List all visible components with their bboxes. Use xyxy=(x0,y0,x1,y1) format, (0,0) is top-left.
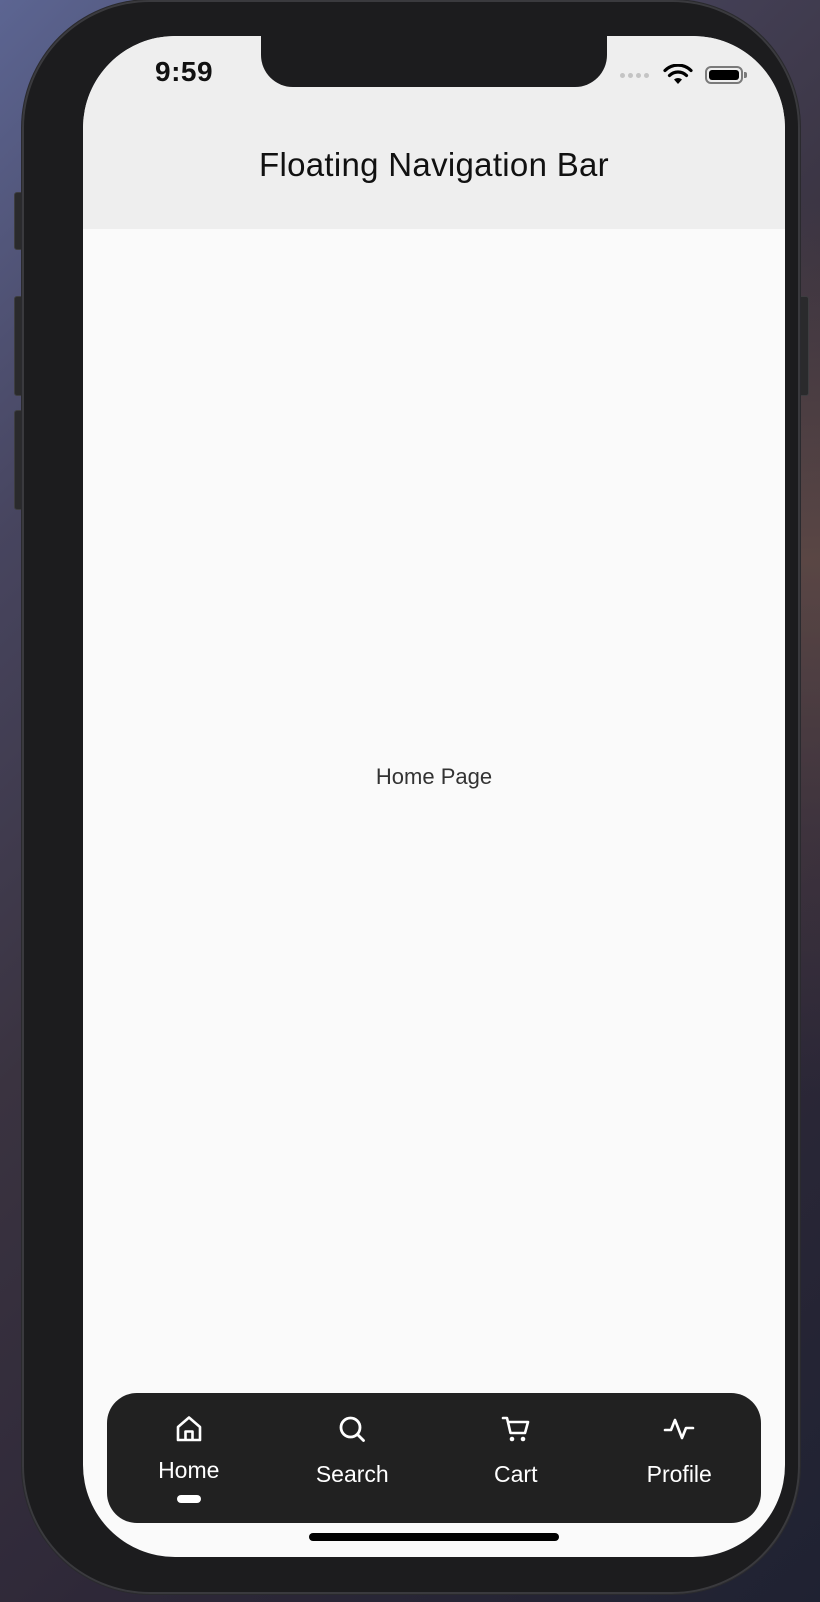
status-time: 9:59 xyxy=(155,56,214,87)
page-title: Floating Navigation Bar xyxy=(259,146,609,183)
floating-nav-bar: Home Search Cart Profile xyxy=(107,1393,761,1523)
page-content-text: Home Page xyxy=(375,764,493,789)
phone-screen: 9:59 Floating Navigation Bar Home Page H… xyxy=(83,36,785,1557)
nav-label-home: Home xyxy=(158,1457,220,1483)
wifi-icon xyxy=(663,64,693,84)
search-icon xyxy=(339,1416,366,1442)
home-icon xyxy=(176,1416,202,1442)
home-indicator[interactable] xyxy=(309,1533,559,1541)
nav-label-search: Search xyxy=(315,1461,389,1487)
activity-icon xyxy=(663,1418,695,1440)
notch xyxy=(261,36,607,87)
signal-icon xyxy=(620,72,649,78)
status-icons xyxy=(620,64,747,86)
nav-label-cart: Cart xyxy=(494,1461,538,1487)
nav-item-home[interactable]: Home xyxy=(107,1393,271,1523)
nav-item-search[interactable]: Search xyxy=(271,1393,435,1523)
cart-icon xyxy=(501,1416,530,1442)
active-tab-indicator xyxy=(176,1495,201,1503)
phone-frame: 9:59 Floating Navigation Bar Home Page H… xyxy=(22,0,800,1594)
nav-item-cart[interactable]: Cart xyxy=(434,1393,598,1523)
battery-icon xyxy=(705,66,747,84)
nav-item-profile[interactable]: Profile xyxy=(598,1393,762,1523)
app-bar: 9:59 Floating Navigation Bar xyxy=(83,36,785,229)
nav-label-profile: Profile xyxy=(646,1461,712,1487)
